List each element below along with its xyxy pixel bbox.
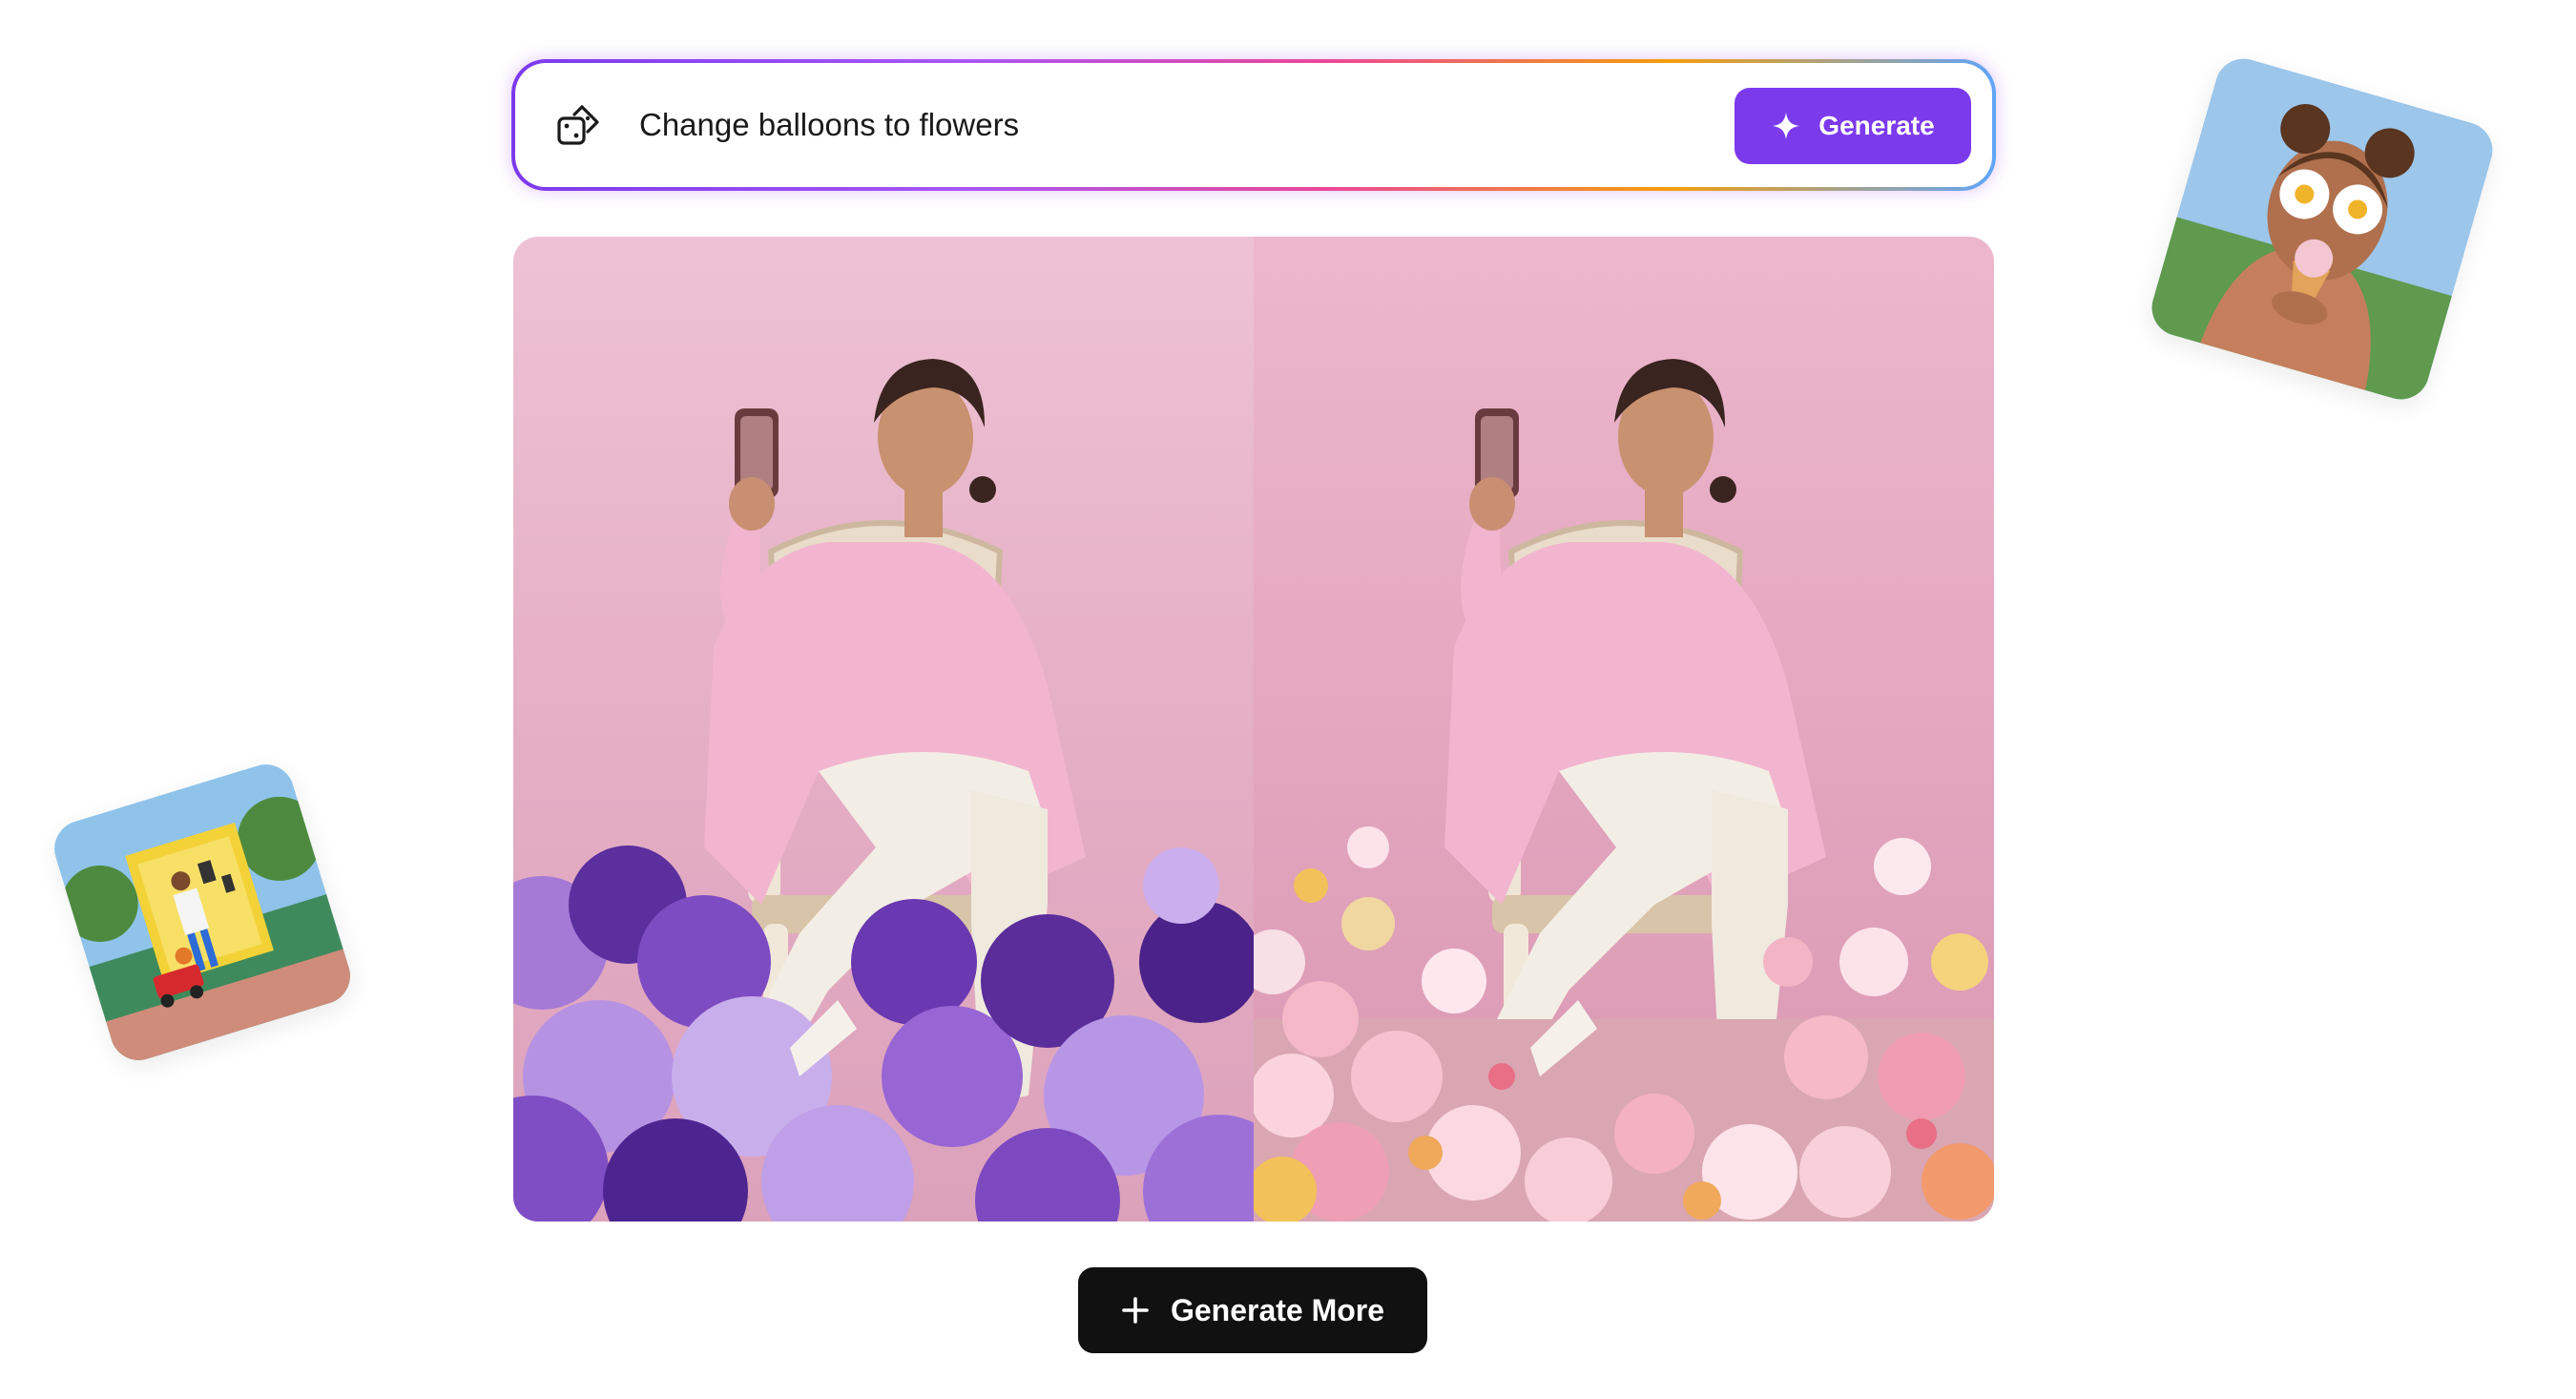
court-thumbnail-image — [47, 757, 358, 1068]
generate-more-button[interactable]: Generate More — [1078, 1267, 1427, 1353]
page: Generate — [0, 0, 2576, 1399]
before-image-balloons — [513, 237, 1254, 1222]
before-after-image — [513, 237, 1994, 1222]
sparkle-icon — [1773, 113, 1800, 139]
example-thumbnail-court[interactable] — [47, 757, 358, 1068]
balloons-scene — [513, 359, 1254, 1222]
generate-button-label: Generate — [1818, 111, 1935, 140]
generate-button[interactable]: Generate — [1735, 88, 1971, 164]
daisy-thumbnail-image — [2145, 52, 2500, 407]
prompt-bar-inner: Generate — [515, 63, 1992, 187]
dice-icon[interactable] — [553, 99, 607, 153]
example-thumbnail-daisy[interactable] — [2145, 52, 2500, 407]
plus-icon — [1122, 1297, 1149, 1324]
after-image-flowers — [1254, 237, 1994, 1222]
flowers-scene — [1254, 359, 1994, 1222]
prompt-bar: Generate — [511, 59, 1996, 191]
generate-more-label: Generate More — [1170, 1292, 1385, 1327]
prompt-input[interactable] — [639, 92, 1736, 158]
